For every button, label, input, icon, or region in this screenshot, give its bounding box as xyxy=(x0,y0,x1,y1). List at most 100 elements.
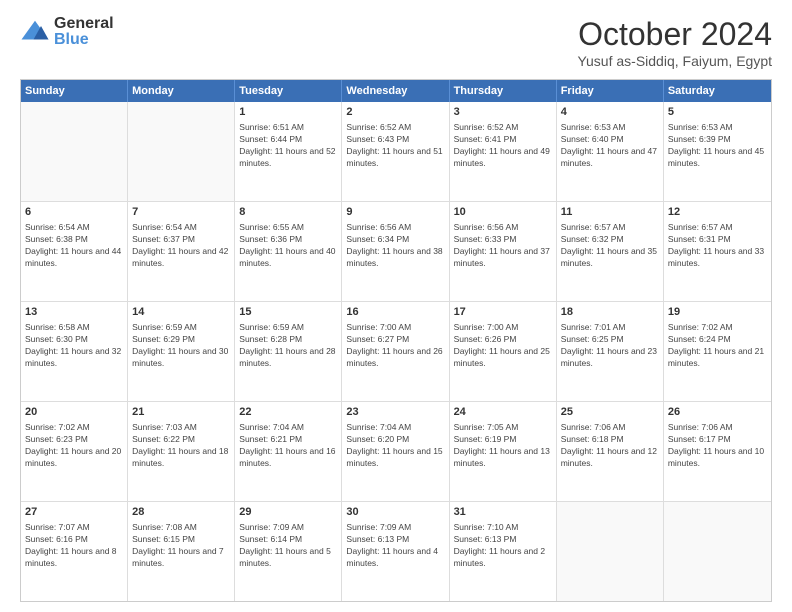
day-number: 29 xyxy=(239,505,337,520)
calendar-day-cell: 18Sunrise: 7:01 AMSunset: 6:25 PMDayligh… xyxy=(557,302,664,401)
day-info: Sunrise: 6:58 AMSunset: 6:30 PMDaylight:… xyxy=(25,322,123,370)
day-number: 15 xyxy=(239,305,337,320)
calendar-day-cell: 30Sunrise: 7:09 AMSunset: 6:13 PMDayligh… xyxy=(342,502,449,601)
calendar-header-cell: Monday xyxy=(128,80,235,102)
day-info: Sunrise: 7:10 AMSunset: 6:13 PMDaylight:… xyxy=(454,522,552,570)
logo-text: General Blue xyxy=(54,16,114,48)
day-info: Sunrise: 6:57 AMSunset: 6:31 PMDaylight:… xyxy=(668,222,767,270)
calendar-day-cell: 13 Sunrise: 6:58 AMSunset: 6:30 PMDayligh… xyxy=(21,302,128,401)
day-number: 13 xyxy=(25,305,123,320)
calendar-day-cell: 22Sunrise: 7:04 AMSunset: 6:21 PMDayligh… xyxy=(235,402,342,501)
day-info: Sunrise: 7:02 AMSunset: 6:23 PMDaylight:… xyxy=(25,422,123,470)
day-number: 4 xyxy=(561,105,659,120)
subtitle: Yusuf as-Siddiq, Faiyum, Egypt xyxy=(577,53,772,69)
day-info: Sunrise: 6:57 AMSunset: 6:32 PMDaylight:… xyxy=(561,222,659,270)
calendar-day-cell: 7 Sunrise: 6:54 AMSunset: 6:37 PMDaylight… xyxy=(128,202,235,301)
day-number: 20 xyxy=(25,405,123,420)
logo: General Blue xyxy=(20,16,114,48)
day-info: Sunrise: 6:55 AMSunset: 6:36 PMDaylight:… xyxy=(239,222,337,270)
day-info: Sunrise: 7:08 AMSunset: 6:15 PMDaylight:… xyxy=(132,522,230,570)
day-info: Sunrise: 6:52 AMSunset: 6:41 PMDaylight:… xyxy=(454,122,552,170)
calendar-day-cell: 27Sunrise: 7:07 AMSunset: 6:16 PMDayligh… xyxy=(21,502,128,601)
calendar-day-cell: 16 Sunrise: 7:00 AMSunset: 6:27 PMDayligh… xyxy=(342,302,449,401)
day-number: 16 xyxy=(346,305,444,320)
calendar-day-cell: 31 Sunrise: 7:10 AMSunset: 6:13 PMDayligh… xyxy=(450,502,557,601)
day-info: Sunrise: 6:52 AMSunset: 6:43 PMDaylight:… xyxy=(346,122,444,170)
calendar-day-cell xyxy=(664,502,771,601)
day-number: 28 xyxy=(132,505,230,520)
day-info: Sunrise: 6:54 AMSunset: 6:37 PMDaylight:… xyxy=(132,222,230,270)
day-number: 19 xyxy=(668,305,767,320)
calendar-day-cell xyxy=(128,102,235,201)
calendar-day-cell: 12 Sunrise: 6:57 AMSunset: 6:31 PMDayligh… xyxy=(664,202,771,301)
calendar-day-cell: 15 Sunrise: 6:59 AMSunset: 6:28 PMDayligh… xyxy=(235,302,342,401)
day-info: Sunrise: 6:56 AMSunset: 6:33 PMDaylight:… xyxy=(454,222,552,270)
calendar-day-cell: 24Sunrise: 7:05 AMSunset: 6:19 PMDayligh… xyxy=(450,402,557,501)
day-info: Sunrise: 7:04 AMSunset: 6:21 PMDaylight:… xyxy=(239,422,337,470)
day-number: 8 xyxy=(239,205,337,220)
calendar-week-row: 20 Sunrise: 7:02 AMSunset: 6:23 PMDayligh… xyxy=(21,402,771,502)
day-info: Sunrise: 6:53 AMSunset: 6:40 PMDaylight:… xyxy=(561,122,659,170)
calendar-day-cell: 21Sunrise: 7:03 AMSunset: 6:22 PMDayligh… xyxy=(128,402,235,501)
day-info: Sunrise: 7:04 AMSunset: 6:20 PMDaylight:… xyxy=(346,422,444,470)
day-number: 12 xyxy=(668,205,767,220)
title-area: October 2024 Yusuf as-Siddiq, Faiyum, Eg… xyxy=(577,16,772,69)
day-info: Sunrise: 7:09 AMSunset: 6:13 PMDaylight:… xyxy=(346,522,444,570)
calendar-week-row: 27Sunrise: 7:07 AMSunset: 6:16 PMDayligh… xyxy=(21,502,771,601)
calendar-week-row: 13 Sunrise: 6:58 AMSunset: 6:30 PMDayligh… xyxy=(21,302,771,402)
day-number: 5 xyxy=(668,105,767,120)
calendar-day-cell xyxy=(557,502,664,601)
day-number: 1 xyxy=(239,105,337,120)
day-info: Sunrise: 6:56 AMSunset: 6:34 PMDaylight:… xyxy=(346,222,444,270)
day-number: 6 xyxy=(25,205,123,220)
day-number: 17 xyxy=(454,305,552,320)
day-info: Sunrise: 6:59 AMSunset: 6:28 PMDaylight:… xyxy=(239,322,337,370)
calendar-day-cell: 8 Sunrise: 6:55 AMSunset: 6:36 PMDaylight… xyxy=(235,202,342,301)
day-info: Sunrise: 7:06 AMSunset: 6:18 PMDaylight:… xyxy=(561,422,659,470)
calendar-day-cell: 17 Sunrise: 7:00 AMSunset: 6:26 PMDayligh… xyxy=(450,302,557,401)
calendar-day-cell: 26 Sunrise: 7:06 AMSunset: 6:17 PMDayligh… xyxy=(664,402,771,501)
day-info: Sunrise: 7:03 AMSunset: 6:22 PMDaylight:… xyxy=(132,422,230,470)
calendar-day-cell: 28 Sunrise: 7:08 AMSunset: 6:15 PMDayligh… xyxy=(128,502,235,601)
calendar-day-cell: 29 Sunrise: 7:09 AMSunset: 6:14 PMDayligh… xyxy=(235,502,342,601)
day-number: 26 xyxy=(668,405,767,420)
calendar-header-cell: Thursday xyxy=(450,80,557,102)
calendar-header-cell: Sunday xyxy=(21,80,128,102)
day-info: Sunrise: 7:05 AMSunset: 6:19 PMDaylight:… xyxy=(454,422,552,470)
calendar-day-cell xyxy=(21,102,128,201)
calendar-day-cell: 20 Sunrise: 7:02 AMSunset: 6:23 PMDayligh… xyxy=(21,402,128,501)
calendar-header-cell: Wednesday xyxy=(342,80,449,102)
calendar-day-cell: 4 Sunrise: 6:53 AMSunset: 6:40 PMDaylight… xyxy=(557,102,664,201)
calendar-day-cell: 11Sunrise: 6:57 AMSunset: 6:32 PMDayligh… xyxy=(557,202,664,301)
day-number: 27 xyxy=(25,505,123,520)
logo-general-text: General xyxy=(54,16,114,32)
day-info: Sunrise: 7:00 AMSunset: 6:27 PMDaylight:… xyxy=(346,322,444,370)
calendar-day-cell: 10Sunrise: 6:56 AMSunset: 6:33 PMDayligh… xyxy=(450,202,557,301)
calendar-week-row: 6 Sunrise: 6:54 AMSunset: 6:38 PMDaylight… xyxy=(21,202,771,302)
day-number: 7 xyxy=(132,205,230,220)
day-number: 18 xyxy=(561,305,659,320)
calendar: SundayMondayTuesdayWednesdayThursdayFrid… xyxy=(20,79,772,602)
calendar-day-cell: 23Sunrise: 7:04 AMSunset: 6:20 PMDayligh… xyxy=(342,402,449,501)
calendar-header-cell: Tuesday xyxy=(235,80,342,102)
day-info: Sunrise: 7:00 AMSunset: 6:26 PMDaylight:… xyxy=(454,322,552,370)
day-number: 9 xyxy=(346,205,444,220)
day-number: 2 xyxy=(346,105,444,120)
calendar-day-cell: 6 Sunrise: 6:54 AMSunset: 6:38 PMDaylight… xyxy=(21,202,128,301)
calendar-day-cell: 3 Sunrise: 6:52 AMSunset: 6:41 PMDaylight… xyxy=(450,102,557,201)
calendar-header-cell: Saturday xyxy=(664,80,771,102)
day-info: Sunrise: 7:09 AMSunset: 6:14 PMDaylight:… xyxy=(239,522,337,570)
day-number: 31 xyxy=(454,505,552,520)
day-info: Sunrise: 6:59 AMSunset: 6:29 PMDaylight:… xyxy=(132,322,230,370)
day-info: Sunrise: 6:53 AMSunset: 6:39 PMDaylight:… xyxy=(668,122,767,170)
month-title: October 2024 xyxy=(577,16,772,53)
day-number: 3 xyxy=(454,105,552,120)
calendar-day-cell: 25Sunrise: 7:06 AMSunset: 6:18 PMDayligh… xyxy=(557,402,664,501)
calendar-day-cell: 9 Sunrise: 6:56 AMSunset: 6:34 PMDaylight… xyxy=(342,202,449,301)
day-info: Sunrise: 6:54 AMSunset: 6:38 PMDaylight:… xyxy=(25,222,123,270)
day-number: 14 xyxy=(132,305,230,320)
day-info: Sunrise: 7:06 AMSunset: 6:17 PMDaylight:… xyxy=(668,422,767,470)
calendar-day-cell: 2 Sunrise: 6:52 AMSunset: 6:43 PMDaylight… xyxy=(342,102,449,201)
page: General Blue October 2024 Yusuf as-Siddi… xyxy=(0,0,792,612)
calendar-day-cell: 1Sunrise: 6:51 AMSunset: 6:44 PMDaylight… xyxy=(235,102,342,201)
